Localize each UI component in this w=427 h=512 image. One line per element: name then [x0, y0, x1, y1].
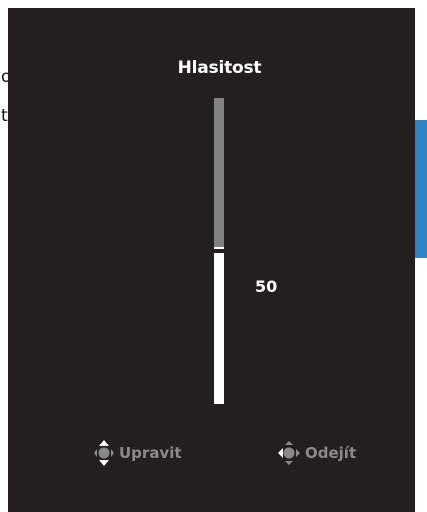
slider-thumb[interactable] [214, 247, 224, 255]
hint-adjust-label: Upravit [119, 444, 182, 462]
hint-exit-label: Odejít [305, 444, 357, 462]
joystick-left-icon [277, 439, 305, 467]
volume-value: 50 [255, 277, 278, 296]
hint-exit: Odejít [277, 438, 356, 468]
volume-slider[interactable] [214, 98, 224, 404]
hint-adjust: Upravit [93, 438, 182, 468]
menu-title: Hlasitost [177, 58, 262, 78]
slider-filled-part [214, 255, 224, 404]
joystick-up-down-icon [93, 439, 119, 467]
side-accent-bar [415, 120, 427, 258]
osd-menu-panel: Hlasitost 50 Upravit Odejít [8, 8, 415, 512]
slider-empty-part [214, 98, 224, 247]
screen: o ti Hlasitost 50 Upravit Odejít [0, 0, 427, 512]
